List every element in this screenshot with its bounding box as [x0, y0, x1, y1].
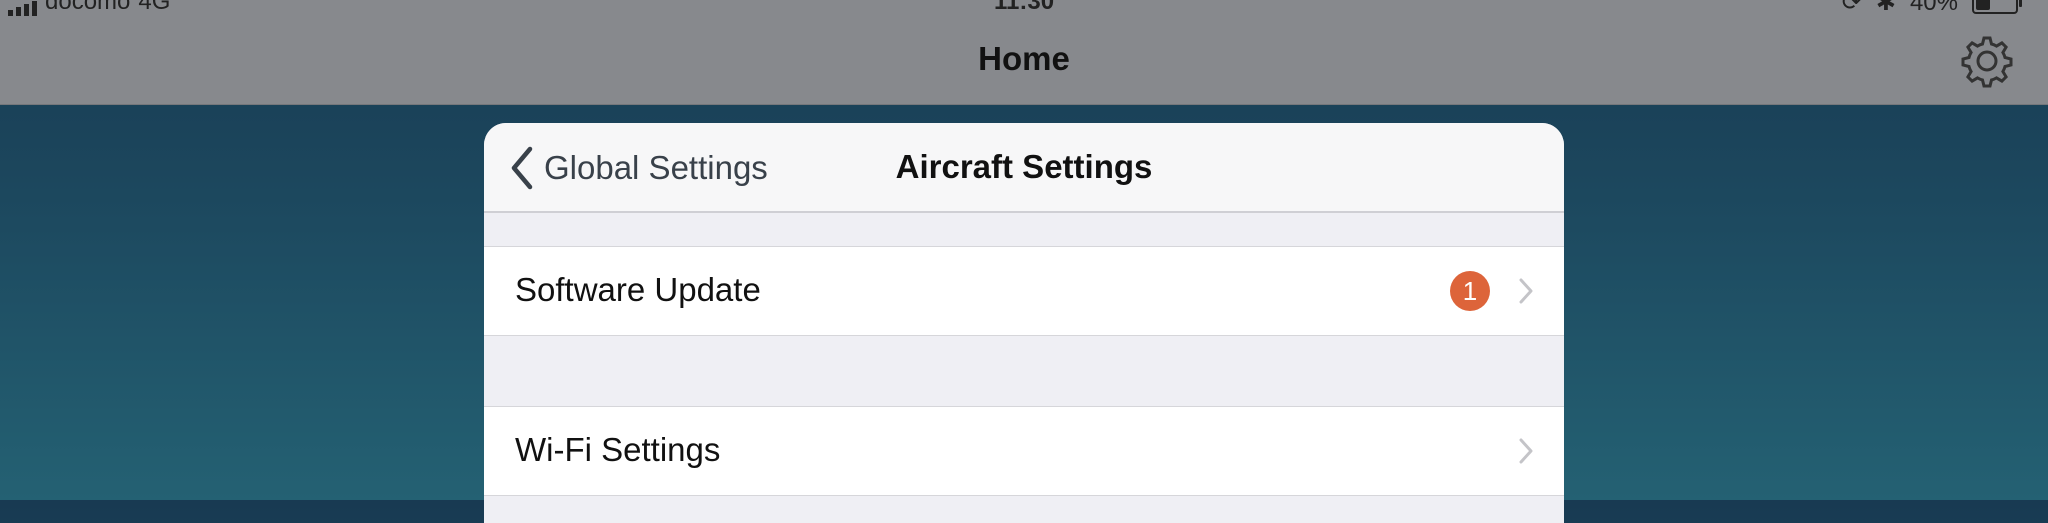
row-label: Software Update [515, 271, 761, 308]
status-time: 11:30 [994, 0, 1055, 15]
nav-bar: Home [0, 18, 2048, 105]
carrier-name: docomo [45, 0, 131, 15]
software-update-row[interactable]: Software Update 1 [484, 246, 1564, 336]
orientation-lock-icon: ⟳ [1841, 0, 1862, 16]
gear-icon[interactable] [1958, 32, 2016, 90]
panel-header: Global Settings Aircraft Settings [484, 123, 1564, 213]
panel-title: Aircraft Settings [895, 148, 1153, 185]
signal-strength-icon [8, 1, 37, 16]
battery-fill [1976, 0, 1991, 10]
battery-icon [1972, 0, 2022, 14]
nav-title: Home [978, 40, 1070, 77]
battery-percent: 40% [1909, 0, 1958, 16]
network-type: 4G [138, 0, 171, 15]
status-bar: docomo 4G 11:30 ⟳ ✱ 40% [0, 0, 2048, 18]
chevron-right-icon [1519, 278, 1533, 304]
status-left: docomo 4G [8, 0, 170, 16]
update-count-badge: 1 [1450, 271, 1490, 311]
status-right: ⟳ ✱ 40% [1841, 0, 2022, 17]
bluetooth-icon: ✱ [1875, 0, 1896, 16]
aircraft-settings-panel: Global Settings Aircraft Settings Softwa… [484, 123, 1564, 523]
wifi-settings-row[interactable]: Wi-Fi Settings [484, 406, 1564, 496]
chevron-right-icon [1519, 438, 1533, 464]
row-label: Wi-Fi Settings [515, 431, 721, 468]
